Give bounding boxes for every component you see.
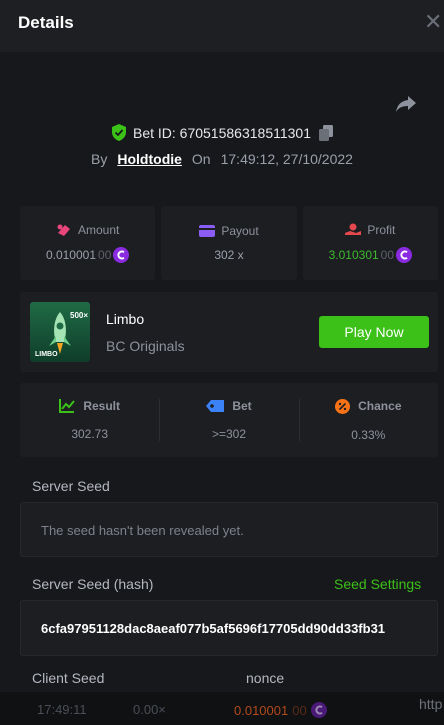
play-now-button[interactable]: Play Now [319, 316, 429, 348]
result-icon [59, 399, 76, 413]
amount-label: Amount [77, 223, 120, 237]
profit-value: 3.010301 [328, 248, 379, 262]
recent-bet-url: http [419, 696, 443, 712]
bet-label: Bet [232, 399, 252, 413]
copy-icon[interactable] [319, 124, 333, 141]
chance-value: 0.33% [351, 427, 386, 442]
bet-stats: Amount 0.010001 00 Payout 302 x Profit 3.… [20, 206, 438, 280]
chance-column: Chance 0.33% [298, 383, 438, 457]
server-seed-label: Server Seed [32, 478, 110, 494]
username-link[interactable]: Holdtodie [117, 151, 182, 167]
profit-label: Profit [367, 223, 396, 237]
recent-bet-amount-dim: 00 [292, 702, 307, 718]
stat-profit: Profit 3.010301 00 [302, 206, 438, 280]
chance-percent-icon [335, 398, 351, 414]
share-icon[interactable] [395, 94, 417, 114]
result-column: Result 302.73 [20, 383, 159, 457]
game-card: 500× LIMBO Limbo BC Originals Play Now [20, 292, 438, 372]
bet-id: Bet ID: 67051586318511301 [132, 124, 311, 141]
recent-bet-amount-value: 0.010001 [234, 702, 289, 718]
on-label: On [191, 151, 211, 167]
bet-timestamp: 17:49:12, 27/10/2022 [220, 151, 353, 167]
bcd-coin-icon [310, 702, 327, 718]
server-seed-hash-field[interactable]: 6cfa97951128dac8aeaf077b5af5696f17705dd9… [20, 600, 438, 656]
game-provider: BC Originals [106, 338, 185, 354]
seed-settings-link[interactable]: Seed Settings [334, 576, 421, 592]
bet-tag-icon [206, 400, 225, 412]
amount-value-dim: 00 [98, 248, 112, 262]
modal-header: Details ✕ [0, 0, 444, 52]
recent-bet-multiplier: 0.00× [133, 702, 166, 717]
amount-icon [57, 224, 70, 236]
payout-label: Payout [221, 224, 259, 238]
bcd-coin-icon [113, 247, 130, 263]
profit-icon [345, 223, 362, 235]
stat-amount: Amount 0.010001 00 [20, 206, 156, 280]
nonce-label: nonce [246, 670, 285, 686]
payout-icon [199, 225, 216, 237]
stat-payout: Payout 302 x [161, 206, 297, 280]
bcd-coin-icon [396, 247, 413, 263]
game-name[interactable]: Limbo [106, 311, 144, 327]
result-label: Result [83, 399, 120, 413]
recent-bet-row: 17:49:11 0.00× 0.010001 00 http [0, 692, 444, 725]
bet-value: >=302 [211, 427, 247, 441]
by-label: By [91, 151, 108, 167]
recent-bet-amount: 0.010001 00 [234, 702, 327, 718]
svg-text:LIMBO: LIMBO [35, 351, 58, 358]
client-seed-label: Client Seed [32, 670, 105, 686]
bet-id-row: Bet ID: 67051586318511301 [0, 124, 444, 141]
close-icon[interactable]: ✕ [424, 10, 444, 34]
result-summary: Result 302.73 Bet >=302 Chance 0.33% [20, 383, 438, 457]
bet-byline: By Holdtodie On 17:49:12, 27/10/2022 [0, 151, 444, 167]
verified-shield-icon [111, 124, 126, 141]
server-seed-hash-label: Server Seed (hash) [32, 576, 154, 592]
server-seed-field: The seed hasn't been revealed yet. [20, 502, 438, 557]
limbo-game-thumbnail[interactable]: 500× LIMBO [30, 302, 90, 362]
result-value: 302.73 [71, 427, 109, 441]
recent-bet-time: 17:49:11 [37, 702, 87, 717]
profit-value-dim: 00 [380, 248, 395, 262]
chance-label: Chance [358, 399, 402, 413]
svg-text:500×: 500× [70, 311, 88, 320]
bet-column: Bet >=302 [159, 383, 298, 457]
modal-title: Details [18, 13, 74, 32]
payout-value: 302 x [214, 248, 244, 262]
amount-value: 0.010001 [45, 248, 97, 262]
